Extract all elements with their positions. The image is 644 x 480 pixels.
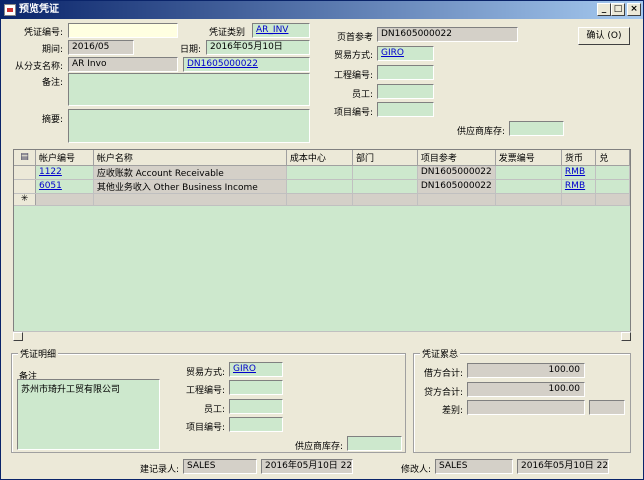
voucher-preview-window: 预览凭证 _ □ × 凭证编号: 凭证类别 AR_INV 页首参考 DN1605… <box>0 0 644 480</box>
creator-label: 建记录人: <box>139 465 179 475</box>
row-header[interactable] <box>14 179 36 194</box>
date-field[interactable]: 2016年05月10日 <box>206 40 310 55</box>
voucher-summary-title: 凭证累总 <box>420 347 461 360</box>
voucher-type-field[interactable]: AR_INV <box>252 23 310 38</box>
currency-cell[interactable]: RMB <box>561 179 597 194</box>
column-header-department[interactable]: 部门 <box>352 150 418 166</box>
remark-field[interactable] <box>68 73 310 106</box>
voucher-type-label: 凭证类别 <box>208 28 245 38</box>
column-header-cost-center[interactable]: 成本中心 <box>286 150 353 166</box>
detail-supplier-stock-label: 供应商库存: <box>294 442 343 452</box>
column-header-account-no[interactable]: 帐户编号 <box>35 150 94 166</box>
voucher-no-input[interactable] <box>68 23 178 38</box>
column-header-invoice-no[interactable]: 发票编号 <box>495 150 562 166</box>
minimize-button[interactable]: _ <box>597 3 611 16</box>
account-no-cell[interactable]: 1122 <box>35 165 94 180</box>
detail-project-label: 工程编号: <box>185 386 225 396</box>
trade-mode-field[interactable]: GIRO <box>377 46 434 61</box>
rate-cell[interactable] <box>595 165 630 180</box>
difference-extra-field <box>589 400 625 415</box>
page-ref-label: 页首参考 <box>336 33 373 43</box>
column-header-currency[interactable]: 货币 <box>561 150 597 166</box>
supplier-stock-label: 供应商库存: <box>456 127 505 137</box>
row-header[interactable] <box>14 165 36 180</box>
created-at-field: 2016年05月10日 22:38 <box>261 459 353 474</box>
employee-label: 员工: <box>351 90 373 100</box>
summary-field[interactable] <box>68 109 310 143</box>
voucher-detail-title: 凭证明细 <box>18 347 59 360</box>
credit-total-label: 贷方合计: <box>423 388 463 398</box>
detail-trade-mode-field[interactable]: GIRO <box>229 362 283 377</box>
project-field[interactable] <box>377 65 434 80</box>
project-label: 工程编号: <box>333 71 373 81</box>
app-icon <box>4 4 16 16</box>
project-ref-cell: DN1605000022 <box>417 179 496 194</box>
cost-center-cell[interactable] <box>286 165 353 180</box>
difference-label: 差别: <box>441 406 463 416</box>
table-row[interactable]: 6051 其他业务收入 Other Business Income DN1605… <box>14 179 630 194</box>
modifier-label: 修改人: <box>400 465 431 475</box>
period-label: 期间: <box>41 45 63 55</box>
detail-item-field[interactable] <box>229 417 283 432</box>
debit-total-label: 借方合计: <box>423 369 463 379</box>
detail-trade-mode-label: 贸易方式: <box>185 368 225 378</box>
page-ref-field: DN1605000022 <box>377 27 518 42</box>
window-title: 预览凭证 <box>19 4 59 15</box>
rate-cell[interactable] <box>595 179 630 194</box>
title-bar[interactable]: 预览凭证 _ □ × <box>1 1 643 19</box>
grid-horizontal-scrollbar[interactable] <box>13 331 631 341</box>
trade-mode-label: 贸易方式: <box>333 51 373 61</box>
column-header-project-ref[interactable]: 项目参考 <box>417 150 496 166</box>
detail-project-field[interactable] <box>229 380 283 395</box>
difference-field <box>467 400 585 415</box>
new-row[interactable]: ✳ <box>14 193 630 206</box>
account-name-cell: 应收账款 Account Receivable <box>93 165 287 180</box>
detail-employee-label: 员工: <box>203 405 225 415</box>
subsystem-label: 从分支名称: <box>14 62 63 72</box>
currency-cell[interactable]: RMB <box>561 165 597 180</box>
department-cell[interactable] <box>352 165 418 180</box>
account-no-cell[interactable]: 6051 <box>35 179 94 194</box>
remark-label: 备注: <box>41 78 63 88</box>
date-label: 日期: <box>179 45 201 55</box>
scroll-left-icon[interactable] <box>13 332 23 341</box>
period-field: 2016/05 <box>68 40 134 55</box>
voucher-no-label: 凭证编号: <box>23 28 63 38</box>
close-button[interactable]: × <box>627 3 641 16</box>
detail-supplier-stock-field[interactable] <box>347 436 402 451</box>
employee-field[interactable] <box>377 84 434 99</box>
new-row-marker-icon[interactable]: ✳ <box>14 193 36 206</box>
maximize-button[interactable]: □ <box>611 3 625 16</box>
item-field[interactable] <box>377 102 434 117</box>
column-header-rate[interactable]: 兑 <box>595 150 630 166</box>
cost-center-cell[interactable] <box>286 179 353 194</box>
detail-remark-field[interactable]: 苏州市琦升工贸有限公司 <box>17 379 160 450</box>
project-ref-cell: DN1605000022 <box>417 165 496 180</box>
voucher-lines-grid[interactable]: ▤ 帐户编号 帐户名称 成本中心 部门 项目参考 发票编号 货币 兑 1122 … <box>13 149 631 341</box>
grid-corner-icon[interactable]: ▤ <box>14 150 36 166</box>
confirm-button[interactable]: 确认 (O) <box>578 27 630 45</box>
invoice-no-cell[interactable] <box>495 179 562 194</box>
detail-employee-field[interactable] <box>229 399 283 414</box>
subsystem-ref-field[interactable]: DN1605000022 <box>183 57 310 72</box>
detail-item-label: 项目编号: <box>185 423 225 433</box>
modifier-field: SALES <box>435 459 513 474</box>
table-row[interactable]: 1122 应收账款 Account Receivable DN160500002… <box>14 165 630 180</box>
invoice-no-cell[interactable] <box>495 165 562 180</box>
scroll-right-icon[interactable] <box>621 332 631 341</box>
supplier-stock-field[interactable] <box>509 121 564 136</box>
summary-label: 摘要: <box>41 115 63 125</box>
creator-field: SALES <box>183 459 257 474</box>
account-name-cell: 其他业务收入 Other Business Income <box>93 179 287 194</box>
subsystem-field: AR Invo <box>68 57 178 72</box>
department-cell[interactable] <box>352 179 418 194</box>
item-label: 项目编号: <box>333 108 373 118</box>
column-header-account-name[interactable]: 帐户名称 <box>93 150 287 166</box>
debit-total-field: 100.00 <box>467 363 585 378</box>
credit-total-field: 100.00 <box>467 382 585 397</box>
modified-at-field: 2016年05月10日 22:38 <box>517 459 609 474</box>
